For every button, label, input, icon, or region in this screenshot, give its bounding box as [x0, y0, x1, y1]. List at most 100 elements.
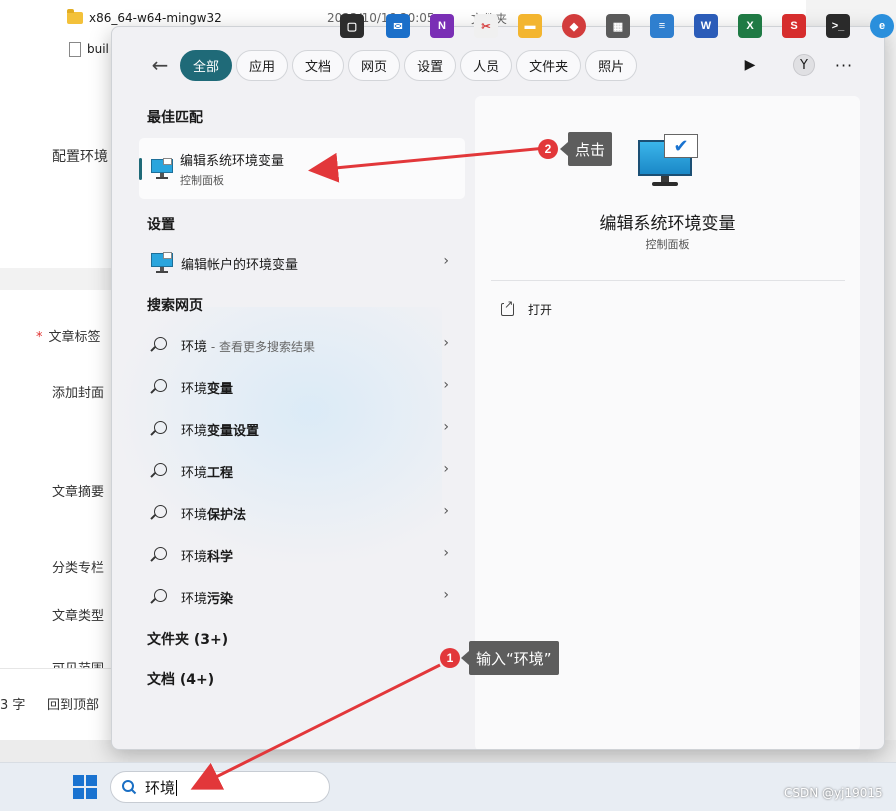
- tags-label: * 文章标签: [36, 326, 101, 345]
- step-callout-1: 输入“环境”: [461, 641, 559, 675]
- step-badge-1: 1: [440, 648, 460, 668]
- open-action[interactable]: 打开: [501, 298, 553, 318]
- required-star: *: [36, 330, 43, 345]
- open-label: 打开: [528, 303, 553, 317]
- tab-web[interactable]: 网页: [348, 50, 401, 81]
- best-match-subtitle: 控制面板: [180, 174, 224, 187]
- search-icon: [154, 379, 167, 392]
- csdn-watermark: CSDN @yj19015: [784, 786, 883, 800]
- tab-apps[interactable]: 应用: [236, 50, 289, 81]
- selection-indicator: [139, 158, 142, 180]
- search-icon: [154, 337, 167, 350]
- web-result-label: 环境变量设置: [181, 424, 260, 439]
- preview-subtitle: 控制面板: [645, 238, 690, 251]
- article-type-label: 文章类型: [52, 609, 105, 624]
- open-external-icon: [501, 298, 514, 316]
- file-name: x86_64-w64-mingw32: [89, 11, 222, 25]
- visibility-label: 可见范围: [52, 658, 104, 668]
- settings-result-user-env[interactable]: 编辑帐户的环境变量 ›: [139, 243, 465, 283]
- web-search-heading: 搜索网页: [147, 298, 203, 314]
- config-env-heading: 配置环境: [52, 149, 108, 165]
- web-result[interactable]: 环境污染 ›: [139, 577, 465, 617]
- web-result[interactable]: 环境变量 ›: [139, 367, 465, 407]
- tab-all[interactable]: 全部: [180, 50, 233, 81]
- word-count: 3 字: [0, 698, 26, 713]
- control-panel-icon: [151, 158, 173, 180]
- search-icon: [154, 589, 167, 602]
- preview-title: 编辑系统环境变量: [599, 214, 736, 234]
- calculator-icon[interactable]: ▦: [606, 14, 630, 38]
- tab-photos[interactable]: 照片: [585, 50, 638, 81]
- tags-label-text: 文章标签: [48, 330, 101, 345]
- tab-documents[interactable]: 文档: [292, 50, 345, 81]
- file-row-folder[interactable]: x86_64-w64-mingw32: [67, 9, 222, 27]
- web-result-label: 环境变量: [181, 382, 234, 397]
- search-icon: [154, 547, 167, 560]
- control-panel-large-icon: ✔: [638, 134, 700, 186]
- settings-heading: 设置: [147, 217, 175, 233]
- web-result[interactable]: 环境 - 查看更多搜索结果 ›: [139, 325, 465, 365]
- taskbar-search-box[interactable]: 环境: [110, 771, 330, 803]
- step-callout-2: 点击: [559, 132, 613, 166]
- back-to-top-button[interactable]: 回到顶部: [47, 694, 99, 713]
- best-match-title: 编辑系统环境变量: [180, 154, 285, 169]
- search-icon: [154, 463, 167, 476]
- settings-result-label: 编辑帐户的环境变量: [181, 258, 299, 273]
- edge-icon[interactable]: e: [870, 14, 894, 38]
- chevron-right-icon[interactable]: ›: [443, 503, 449, 519]
- search-filter-tabs: 全部 应用 文档 网页 设置 人员 文件夹 照片: [180, 50, 638, 81]
- chevron-right-icon[interactable]: ›: [443, 587, 449, 603]
- preview-divider: [491, 280, 845, 281]
- task-view-icon[interactable]: ▢: [340, 14, 364, 38]
- web-result-label: 环境科学: [181, 550, 234, 565]
- app-red-s-icon[interactable]: S: [782, 14, 806, 38]
- avatar[interactable]: Y: [793, 54, 815, 76]
- chevron-right-icon[interactable]: ›: [443, 419, 449, 435]
- category-label: 分类专栏: [52, 561, 105, 576]
- web-result[interactable]: 环境保护法 ›: [139, 493, 465, 533]
- file-explorer-icon[interactable]: ▬: [518, 14, 542, 38]
- more-options-icon[interactable]: ···: [832, 53, 856, 77]
- mail-icon[interactable]: ✉: [386, 14, 410, 38]
- search-input[interactable]: 环境: [145, 777, 178, 798]
- terminal-icon[interactable]: >_: [826, 14, 850, 38]
- step-badge-2: 2: [538, 139, 558, 159]
- folders-heading[interactable]: 文件夹 (3+): [147, 629, 228, 649]
- cover-label: 添加封面: [52, 386, 105, 401]
- web-result[interactable]: 环境工程 ›: [139, 451, 465, 491]
- onenote-icon[interactable]: N: [430, 14, 454, 38]
- best-match-result[interactable]: 编辑系统环境变量 控制面板: [139, 138, 465, 199]
- app-red-icon[interactable]: ◆: [562, 14, 586, 38]
- folder-icon: [67, 9, 83, 24]
- notepad-icon[interactable]: ≡: [650, 14, 674, 38]
- file-name: buil: [87, 42, 109, 56]
- web-result[interactable]: 环境变量设置 ›: [139, 409, 465, 449]
- web-result-label: 环境保护法: [181, 508, 247, 523]
- web-result[interactable]: 环境科学 ›: [139, 535, 465, 575]
- web-result-label: 环境工程: [181, 466, 234, 481]
- back-arrow-icon[interactable]: ←: [148, 53, 172, 77]
- excel-icon[interactable]: X: [738, 14, 762, 38]
- chevron-right-icon[interactable]: ›: [443, 461, 449, 477]
- text-caret: [176, 780, 178, 796]
- windows-start-icon[interactable]: [73, 775, 97, 799]
- web-result-label: 环境 - 查看更多搜索结果: [181, 340, 315, 355]
- file-row-document[interactable]: buil: [69, 40, 109, 58]
- control-panel-icon: [151, 252, 173, 274]
- word-icon[interactable]: W: [694, 14, 718, 38]
- documents-heading[interactable]: 文档 (4+): [147, 669, 214, 689]
- chevron-right-icon[interactable]: ›: [443, 335, 449, 351]
- chevron-right-icon[interactable]: ›: [443, 253, 449, 269]
- summary-label: 文章摘要: [52, 485, 105, 500]
- snipping-tool-icon[interactable]: ✂: [474, 14, 498, 38]
- tab-people[interactable]: 人员: [460, 50, 513, 81]
- web-result-label: 环境污染: [181, 592, 234, 607]
- chevron-right-icon[interactable]: ›: [443, 545, 449, 561]
- search-icon: [154, 505, 167, 518]
- document-icon: [69, 41, 81, 57]
- chevron-right-icon[interactable]: ›: [443, 377, 449, 393]
- tab-folders[interactable]: 文件夹: [516, 50, 582, 81]
- play-icon[interactable]: ▶: [742, 55, 758, 75]
- tab-settings[interactable]: 设置: [404, 50, 457, 81]
- best-match-heading: 最佳匹配: [147, 110, 203, 126]
